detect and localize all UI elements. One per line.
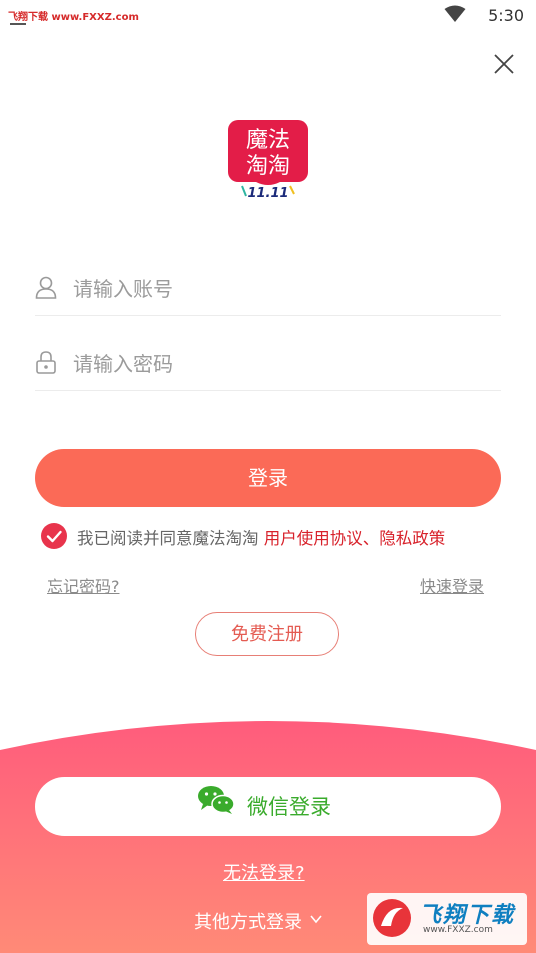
checkmark-icon: [46, 530, 62, 543]
watermark-top: 飞翔下载 www.FXXZ.com: [8, 8, 139, 25]
wifi-icon: [444, 5, 466, 22]
status-bar: 飞翔下载 www.FXXZ.com 5:30: [0, 0, 536, 30]
cant-login-link[interactable]: 无法登录?: [223, 859, 305, 885]
agree-checkbox[interactable]: [41, 523, 67, 549]
close-icon: [494, 54, 514, 74]
wechat-icon: [198, 786, 235, 814]
lock-icon: [36, 351, 56, 374]
account-input[interactable]: [71, 271, 495, 307]
agreement-row: 我已阅读并同意魔法淘淘 用户使用协议、隐私政策: [41, 522, 511, 550]
agreement-separator: 、: [362, 529, 380, 548]
watermark-bottom: 飞翔下载 www.FXXZ.com: [367, 893, 527, 945]
privacy-policy-link[interactable]: 隐私政策: [379, 529, 445, 548]
account-field: [35, 263, 501, 316]
watermark-top-text: 飞翔下载 www.FXXZ.com: [8, 12, 139, 23]
close-button[interactable]: [490, 50, 518, 78]
agreement-prefix: 我已阅读并同意魔法淘淘: [77, 529, 264, 548]
user-agreement-link[interactable]: 用户使用协议: [264, 529, 363, 548]
watermark-url: www.FXXZ.com: [423, 925, 493, 935]
logo-text-line2: 淘淘: [246, 154, 290, 179]
other-login-label: 其他方式登录: [194, 912, 302, 933]
user-icon: [35, 276, 57, 299]
wechat-login-button[interactable]: 微信登录: [35, 777, 501, 836]
app-logo: 魔法 淘淘 11.11: [228, 120, 308, 201]
status-time: 5:30: [488, 6, 524, 25]
login-button[interactable]: 登录: [35, 449, 501, 507]
register-button[interactable]: 免费注册: [195, 612, 339, 656]
password-input[interactable]: [71, 346, 495, 382]
password-field: [35, 338, 501, 391]
other-login-methods[interactable]: 其他方式登录: [194, 908, 322, 934]
agreement-text: 我已阅读并同意魔法淘淘 用户使用协议、隐私政策: [77, 525, 445, 549]
logo-text-line1: 魔法: [246, 128, 290, 153]
wechat-login-label: 微信登录: [247, 795, 331, 819]
logo-badge: 11.11: [247, 186, 288, 198]
chevron-down-icon: [310, 915, 322, 924]
quick-login-link[interactable]: 快速登录: [420, 573, 484, 597]
forgot-password-link[interactable]: 忘记密码?: [47, 573, 120, 597]
watermark-logo-icon: [373, 899, 411, 937]
dash-icon: [10, 23, 26, 25]
